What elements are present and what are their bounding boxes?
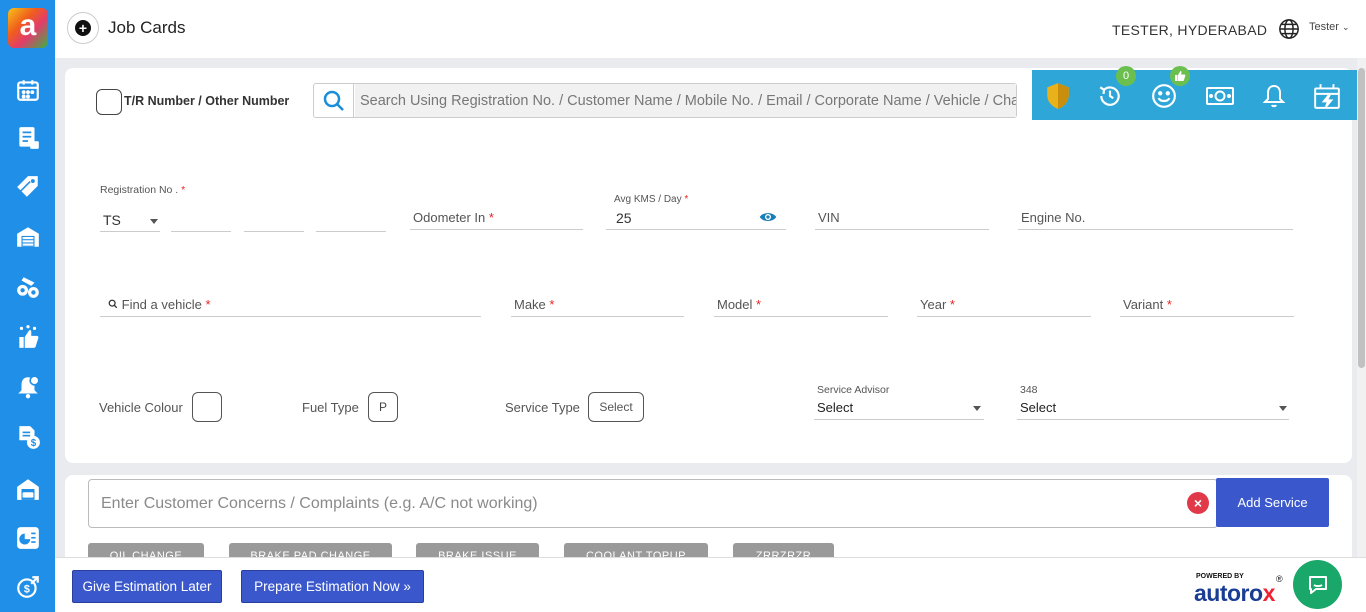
search-input[interactable] — [355, 84, 1016, 117]
svg-text:$: $ — [24, 583, 30, 595]
chevron-down-icon — [973, 406, 981, 411]
logo-letter: a — [19, 9, 37, 42]
app-logo[interactable]: a — [8, 8, 48, 48]
add-job-card-button[interactable]: + — [67, 12, 99, 44]
powered-by-label: POWERED BY — [1196, 573, 1244, 580]
sidebar: a $ $ — [0, 0, 55, 612]
vehicle-colour-label: Vehicle Colour — [99, 400, 183, 415]
history-icon[interactable] — [1096, 82, 1124, 110]
odometer-input[interactable]: Odometer In * — [410, 208, 583, 230]
history-badge: 0 — [1116, 66, 1136, 86]
variant-input[interactable]: Variant * — [1120, 295, 1294, 317]
double-chevron-right-icon: » — [403, 579, 411, 594]
brand-logo: autorox — [1194, 580, 1275, 606]
registration-part-2[interactable] — [171, 210, 231, 232]
tag-icon[interactable] — [14, 173, 42, 201]
user-name: Tester — [1309, 21, 1339, 33]
globe-icon[interactable] — [1278, 18, 1300, 40]
shield-icon[interactable] — [1044, 82, 1072, 110]
model-input[interactable]: Model * — [714, 295, 888, 317]
clear-icon[interactable]: × — [1187, 492, 1209, 514]
report-icon[interactable] — [14, 524, 42, 552]
rating-icon[interactable] — [14, 323, 42, 351]
engine-no-input[interactable]: Engine No. — [1018, 208, 1293, 230]
search-button[interactable] — [314, 84, 354, 117]
chat-button[interactable] — [1293, 560, 1342, 609]
concerns-input[interactable] — [88, 479, 1218, 528]
give-estimation-later-button[interactable]: Give Estimation Later — [72, 570, 222, 603]
find-vehicle-input[interactable]: Find a vehicle * — [100, 295, 481, 317]
tr-number-label: T/R Number / Other Number — [124, 94, 290, 108]
cash-icon[interactable] — [1206, 82, 1234, 110]
registration-label: Registration No . * — [100, 184, 186, 196]
search-icon — [323, 90, 344, 111]
quick-toolbar: 0 — [1032, 66, 1357, 120]
user-menu[interactable]: Tester ⌄ — [1309, 21, 1350, 33]
fuel-type-label: Fuel Type — [302, 400, 359, 415]
service-advisor-select[interactable]: Select — [814, 398, 984, 420]
prepare-estimation-now-button[interactable]: Prepare Estimation Now » — [241, 570, 424, 603]
calendar-icon[interactable] — [14, 76, 42, 104]
svg-text:$: $ — [31, 438, 37, 449]
garage-icon[interactable] — [14, 475, 42, 503]
plus-icon: + — [75, 20, 91, 36]
invoice-icon[interactable] — [14, 124, 42, 152]
notification-icon[interactable] — [14, 373, 42, 401]
page-title: Job Cards — [108, 18, 186, 37]
ev-charging-icon[interactable] — [1313, 82, 1341, 110]
make-input[interactable]: Make * — [511, 295, 684, 317]
user-location: TESTER, HYDERABAD — [1112, 22, 1268, 38]
registration-part-4[interactable] — [316, 210, 386, 232]
registration-part-3[interactable] — [244, 210, 304, 232]
tr-number-checkbox[interactable] — [96, 89, 122, 115]
field-348-label: 348 — [1020, 384, 1038, 396]
service-advisor-label: Service Advisor — [817, 384, 890, 396]
eye-icon[interactable] — [759, 210, 777, 224]
smiley-icon[interactable] — [1150, 82, 1178, 110]
search-bar — [313, 83, 1017, 118]
fuel-type-select[interactable]: P — [368, 392, 398, 422]
thumbs-up-icon — [1170, 66, 1190, 86]
chat-icon — [1308, 575, 1327, 594]
billing-icon[interactable]: $ — [14, 423, 42, 451]
chevron-down-icon — [150, 219, 158, 224]
search-icon — [108, 299, 118, 309]
bell-icon[interactable] — [1260, 82, 1288, 110]
avg-kms-label: Avg KMS / Day * — [614, 194, 689, 205]
year-input[interactable]: Year * — [917, 295, 1091, 317]
top-header: + Job Cards TESTER, HYDERABAD Tester ⌄ — [55, 0, 1366, 58]
scrollbar-thumb[interactable] — [1358, 68, 1365, 368]
warehouse-icon[interactable] — [14, 223, 42, 251]
service-type-label: Service Type — [505, 400, 580, 415]
chevron-down-icon: ⌄ — [1342, 22, 1350, 32]
vin-input[interactable]: VIN — [815, 208, 989, 230]
service-type-select[interactable]: Select — [588, 392, 644, 422]
prepare-estimation-label: Prepare Estimation Now — [254, 579, 400, 594]
field-348-select[interactable]: Select — [1017, 398, 1289, 420]
chevron-down-icon — [1279, 406, 1287, 411]
add-service-button[interactable]: Add Service — [1216, 478, 1329, 527]
vehicle-colour-picker[interactable] — [192, 392, 222, 422]
registered-mark: ® — [1276, 574, 1283, 584]
payment-icon[interactable]: $ — [14, 573, 42, 601]
parts-icon[interactable] — [14, 273, 42, 301]
